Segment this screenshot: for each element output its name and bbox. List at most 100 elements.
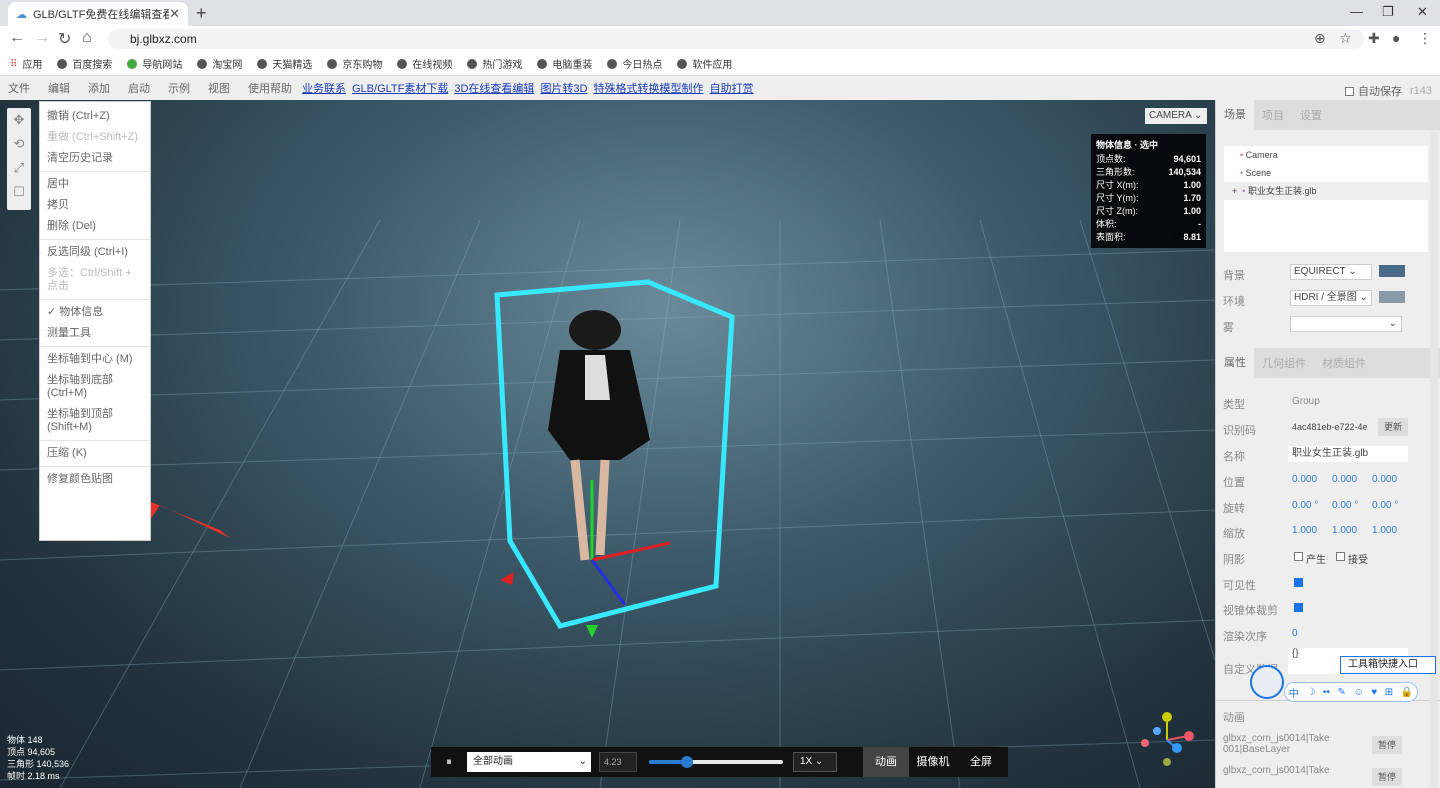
bookmark-item[interactable]: ⠿ 应用 — [10, 56, 42, 72]
bookmark-item[interactable]: 淘宝网 — [197, 56, 242, 71]
assistant-tool-icon[interactable]: ☽ — [1306, 687, 1315, 698]
menu-clear-history[interactable]: 清空历史记录 — [40, 152, 150, 165]
menu-object-info[interactable]: ✓ 物体信息 — [40, 306, 150, 319]
environment-select[interactable]: HDRI / 全景图 ⌄ — [1290, 290, 1372, 306]
tab-animation[interactable]: 动画 — [863, 747, 909, 777]
animation-pause-button[interactable]: 暂停 — [1372, 736, 1402, 754]
restore-icon[interactable]: ❐ — [1382, 4, 1394, 20]
bookmark-item[interactable]: 软件应用 — [677, 56, 732, 71]
menu-compress[interactable]: 压缩 (K) — [40, 447, 150, 460]
reload-icon[interactable]: ↻ — [58, 29, 71, 49]
rotation-x[interactable]: 0.00 ° — [1292, 500, 1318, 511]
close-window-icon[interactable]: ✕ — [1417, 4, 1428, 20]
assistant-tool-icon[interactable]: ✎ — [1338, 687, 1346, 698]
close-tab-icon[interactable]: ✕ — [169, 6, 180, 22]
fullscreen-button[interactable]: 全屏 — [957, 747, 1005, 777]
name-input[interactable]: 职业女生正装.glb — [1288, 446, 1408, 462]
3d-viewport[interactable] — [0, 100, 1215, 788]
toolbox-shortcut-tooltip[interactable]: 工具箱快捷入口✕ — [1340, 656, 1436, 674]
speed-select[interactable]: 1X ⌄ — [793, 752, 837, 772]
gizmo-y-arrow[interactable] — [586, 625, 598, 638]
menu-undo[interactable]: 撤销 (Ctrl+Z) — [40, 110, 150, 123]
panel-scrollbar[interactable] — [1430, 132, 1438, 788]
assistant-tool-icon[interactable]: ♥ — [1371, 687, 1377, 698]
position-x[interactable]: 0.000 — [1292, 474, 1317, 485]
menu-fix-color[interactable]: 修复颜色贴图 — [40, 473, 150, 486]
render-order-value[interactable]: 0 — [1292, 628, 1298, 639]
bookmark-item[interactable]: 今日热点 — [607, 56, 662, 71]
rotation-z[interactable]: 0.00 ° — [1372, 500, 1398, 511]
animation-pause-button[interactable]: 暂停 — [1372, 768, 1402, 786]
timeline-slider[interactable] — [649, 756, 783, 768]
menu-invert-select[interactable]: 反选同级 (Ctrl+I) — [40, 246, 150, 259]
home-icon[interactable]: ⌂ — [82, 29, 92, 47]
timeline-knob[interactable] — [680, 756, 693, 768]
menu-measure[interactable]: 测量工具 — [40, 327, 150, 340]
gizmo-x-arrow[interactable] — [500, 572, 514, 585]
assistant-robot-icon[interactable] — [1250, 665, 1284, 699]
bookmark-item[interactable]: 百度搜索 — [57, 56, 112, 71]
menu-pivot-bottom[interactable]: 坐标轴到底部 (Ctrl+M) — [40, 374, 150, 400]
visible-checkbox[interactable] — [1294, 578, 1303, 587]
rotate-tool-icon[interactable]: ⟲ — [7, 132, 31, 156]
scale-x[interactable]: 1.000 — [1292, 525, 1317, 536]
cast-shadow-checkbox[interactable] — [1294, 552, 1303, 561]
uuid-update-button[interactable]: 更新 — [1378, 418, 1408, 436]
scale-tool-icon[interactable]: ⤢ — [7, 156, 31, 180]
menu-link[interactable]: 图片转3D — [540, 80, 587, 96]
position-y[interactable]: 0.000 — [1332, 474, 1357, 485]
bookmark-item[interactable]: 电脑重装 — [537, 56, 592, 71]
pause-icon[interactable]: ⏸ — [431, 747, 467, 777]
extensions-icon[interactable]: ✚ — [1368, 30, 1380, 47]
outliner-item-model[interactable]: + • 职业女生正装.glb — [1224, 182, 1428, 200]
frustum-checkbox[interactable] — [1294, 603, 1303, 612]
axis-helper[interactable] — [1141, 712, 1194, 766]
rotation-y[interactable]: 0.00 ° — [1332, 500, 1358, 511]
bookmark-star-icon[interactable]: ☆ — [1339, 30, 1352, 47]
move-tool-icon[interactable]: ✥ — [7, 108, 31, 132]
local-space-checkbox[interactable]: ☐ — [7, 180, 31, 204]
menu-5[interactable]: 视图 — [208, 80, 230, 96]
install-icon[interactable]: ⊕ — [1314, 30, 1326, 47]
fog-select[interactable]: ⌄ — [1290, 316, 1402, 332]
scale-z[interactable]: 1.000 — [1372, 525, 1397, 536]
background-select[interactable]: EQUIRECT ⌄ — [1290, 264, 1372, 280]
menu-link[interactable]: 3D在线查看编辑 — [454, 80, 534, 96]
autosave-checkbox[interactable] — [1344, 86, 1354, 96]
back-icon[interactable]: ← — [9, 29, 25, 47]
camera-select[interactable]: CAMERA ⌄ — [1145, 108, 1207, 124]
autosave-toggle[interactable]: 自动保存 r143 — [1344, 83, 1432, 99]
new-tab-icon[interactable]: + — [196, 3, 207, 24]
menu-2[interactable]: 添加 — [88, 80, 110, 96]
tab-properties[interactable]: 属性 — [1216, 348, 1254, 378]
menu-link[interactable]: 自助打赏 — [710, 80, 754, 96]
menu-pivot-center[interactable]: 坐标轴到中心 (M) — [40, 353, 150, 366]
bookmark-item[interactable]: 导航网站 — [127, 56, 182, 71]
browser-tab[interactable]: ☁ GLB/GLTF免费在线编辑查看转换 ✕ — [8, 2, 188, 26]
bookmark-item[interactable]: 热门游戏 — [467, 56, 522, 71]
menu-4[interactable]: 示例 — [168, 80, 190, 96]
url-input[interactable]: bj.glbxz.com — [108, 29, 1364, 49]
menu-0[interactable]: 文件 — [8, 80, 30, 96]
scale-y[interactable]: 1.000 — [1332, 525, 1357, 536]
menu-dots-icon[interactable]: ⋮ — [1418, 30, 1432, 47]
menu-center[interactable]: 居中 — [40, 178, 150, 191]
menu-link[interactable]: 业务联系 — [302, 80, 346, 96]
receive-shadow-checkbox[interactable] — [1336, 552, 1345, 561]
tab-scene[interactable]: 场景 — [1216, 100, 1254, 130]
menu-copy[interactable]: 拷贝 — [40, 199, 150, 212]
environment-thumbnail[interactable] — [1379, 291, 1405, 303]
bookmark-item[interactable]: 天猫精选 — [257, 56, 312, 71]
scene-outliner[interactable]: • Camera • Scene + • 职业女生正装.glb — [1224, 146, 1428, 252]
menu-delete[interactable]: 删除 (Del) — [40, 220, 150, 233]
menu-3[interactable]: 启动 — [128, 80, 150, 96]
menu-link[interactable]: GLB/GLTF素材下载 — [352, 80, 448, 96]
menu-link[interactable]: 特殊格式转换模型制作 — [594, 80, 704, 96]
outliner-item-camera[interactable]: • Camera — [1224, 146, 1428, 164]
profile-icon[interactable]: ● — [1392, 30, 1400, 46]
tab-camera[interactable]: 摄像机 — [909, 747, 957, 777]
assistant-tool-icon[interactable]: ☺ — [1353, 687, 1363, 698]
assistant-tool-icon[interactable]: 中 — [1289, 685, 1299, 700]
menu-pivot-top[interactable]: 坐标轴到顶部 (Shift+M) — [40, 408, 150, 434]
outliner-item-scene[interactable]: • Scene — [1224, 164, 1428, 182]
